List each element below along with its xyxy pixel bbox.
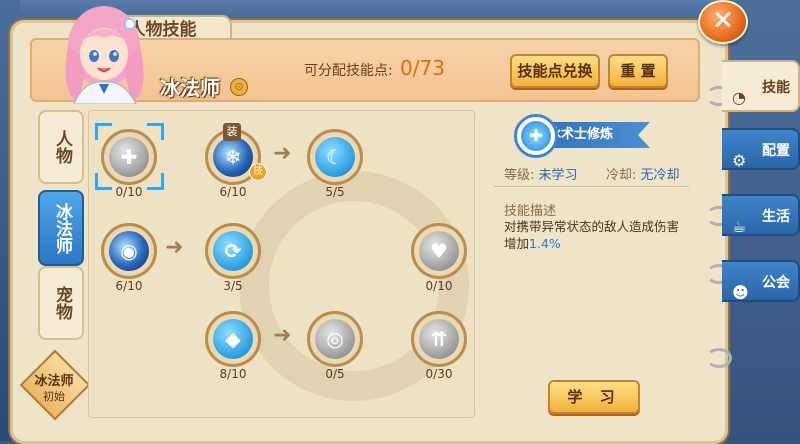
skill-level: 0/5 xyxy=(325,367,345,381)
skill-node-4[interactable]: ◉ xyxy=(101,223,157,279)
skill-swirl-icon: ◔ xyxy=(732,88,746,107)
skill-level-row: 等级: 未学习 xyxy=(504,164,578,183)
heart-plus-icon: ♥ xyxy=(419,231,459,271)
triple-up-arrows-icon: ⇈ xyxy=(419,319,459,359)
cooldown-value: 无冷却 xyxy=(640,168,680,183)
shield-plus-icon: ✚ xyxy=(521,121,551,151)
people-icon: ☻ xyxy=(732,283,749,302)
tab-guild[interactable]: ☻ 公会 xyxy=(722,260,800,302)
tab-character[interactable]: 人物 xyxy=(38,110,84,184)
description-title: 技能描述 xyxy=(504,204,557,219)
skill-node-8[interactable]: ◎ xyxy=(307,311,363,367)
stage-level: 初始 xyxy=(43,390,65,403)
divider xyxy=(494,186,689,187)
close-x-icon: ✕ xyxy=(712,6,734,36)
reset-button[interactable]: 重 置 xyxy=(608,54,668,88)
skill-node-7[interactable]: ◆ xyxy=(205,311,261,367)
skill-cooldown-row: 冷却: 无冷却 xyxy=(606,164,680,183)
skill-level: 0/30 xyxy=(425,367,453,381)
points-label: 可分配技能点: xyxy=(304,63,393,79)
skill-level: 6/10 xyxy=(115,279,143,293)
skill-tree: ✚ 0/10 ❄ 装 技 6/10 ➜ ☾ 5/5 ◉ 6/10 ➜ ⟳ 3/5… xyxy=(88,110,475,418)
class-name: 冰法师 xyxy=(160,76,220,100)
skill-node-3[interactable]: ☾ xyxy=(307,129,363,185)
tab-skills[interactable]: ◔ 技能 xyxy=(722,60,800,112)
tab-label: 生活 xyxy=(762,209,790,225)
arrow-right-icon: ➜ xyxy=(273,141,292,166)
level-label: 等级: xyxy=(504,168,535,183)
tab-config[interactable]: ⚙ 配置 xyxy=(722,128,800,170)
tab-label: 技能 xyxy=(762,80,790,96)
skill-description: 对携带异常状态的敌人造成伤害增加1.4% xyxy=(504,218,684,252)
learn-button[interactable]: 学 习 xyxy=(548,380,640,414)
skill-node-5[interactable]: ⟳ xyxy=(205,223,261,279)
skill-node-1[interactable]: ✚ xyxy=(101,129,157,185)
swirl-icon: ◎ xyxy=(315,319,355,359)
tab-label: 配置 xyxy=(762,143,790,159)
exchange-points-button[interactable]: 技能点兑换 xyxy=(510,54,600,88)
level-value: 未学习 xyxy=(538,168,578,183)
character-portrait xyxy=(65,6,144,104)
tab-life[interactable]: ☕ 生活 xyxy=(722,194,800,236)
skill-node-9[interactable]: ⇈ xyxy=(411,311,467,367)
cycle-arrows-icon: ⟳ xyxy=(213,231,253,271)
tab-pet[interactable]: 宠物 xyxy=(38,266,84,340)
points-value: 0/73 xyxy=(400,56,445,80)
skill-level: 0/10 xyxy=(115,185,143,199)
cup-icon: ☕ xyxy=(732,217,747,236)
vortex-orb-icon: ◉ xyxy=(109,231,149,271)
skill-level: 3/5 xyxy=(223,279,243,293)
ice-crystal-icon: ❄ xyxy=(213,137,253,177)
diamond-icon: ◆ xyxy=(213,319,253,359)
arrow-right-icon: ➜ xyxy=(273,323,292,348)
selected-skill-icon: ✚ xyxy=(514,114,558,158)
class-coin-icon[interactable]: ⊙ xyxy=(230,78,248,96)
moon-plus-icon: ☾ xyxy=(315,137,355,177)
skill-level: 6/10 xyxy=(219,185,247,199)
cooldown-label: 冷却: xyxy=(606,168,637,183)
skill-detail-panel: 冰术士修炼 ✚ 等级: 未学习 冷却: 无冷却 技能描述 对携带异常状态的敌人造… xyxy=(484,110,696,416)
skill-node-6[interactable]: ♥ xyxy=(411,223,467,279)
description-value: 1.4% xyxy=(529,236,561,251)
skill-level: 0/10 xyxy=(425,279,453,293)
binder-ring xyxy=(706,348,732,368)
tab-label: 公会 xyxy=(762,275,790,291)
gear-icon: ⚙ xyxy=(732,151,747,170)
skill-level: 8/10 xyxy=(219,367,247,381)
equipped-tag: 装 xyxy=(223,123,241,141)
tab-ice-mage[interactable]: 冰法师 xyxy=(38,190,84,266)
class-stage-badge[interactable]: 冰法师 初始 xyxy=(19,349,91,421)
stage-class: 冰法师 xyxy=(34,374,74,389)
skill-level: 5/5 xyxy=(325,185,345,199)
skill-tag: 技 xyxy=(249,163,267,181)
shield-plus-icon: ✚ xyxy=(109,137,149,177)
arrow-right-icon: ➜ xyxy=(165,235,184,260)
close-button[interactable]: ✕ xyxy=(698,0,748,44)
